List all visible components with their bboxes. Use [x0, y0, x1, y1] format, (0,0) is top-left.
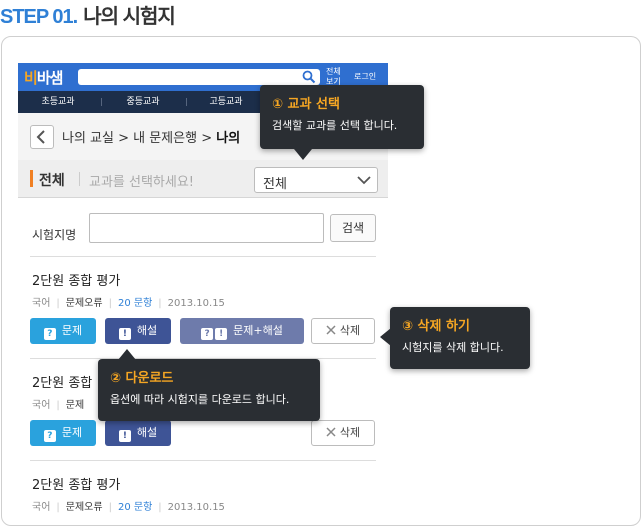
subject-filter: 전체 교과를 선택하세요! 전체	[18, 160, 388, 198]
chevron-left-icon	[36, 130, 45, 144]
answer-button[interactable]: ! 해설	[105, 318, 171, 344]
view-all-link[interactable]: 전체 보기	[326, 67, 341, 87]
filter-title: 전체	[39, 173, 65, 189]
chevron-down-icon	[357, 176, 371, 185]
delete-button[interactable]: 삭제	[311, 420, 375, 446]
close-icon	[326, 427, 336, 437]
answer-badge-icon: !	[118, 328, 131, 340]
tooltip-tail	[380, 328, 391, 346]
tooltip-title: ① 교과 선택	[272, 97, 340, 112]
question-badge-icon: ?	[201, 328, 214, 340]
tooltip-desc: 시험지를 삭제 합니다.	[402, 341, 504, 354]
tooltip-tail	[294, 149, 312, 160]
exam-meta: 국어 | 문제	[32, 400, 85, 411]
tooltip-title: ③ 삭제 하기	[402, 319, 470, 334]
nav-middle[interactable]: 중등교과	[103, 91, 183, 113]
tooltip-tail	[118, 349, 136, 360]
question-button[interactable]: ? 문제	[30, 318, 96, 344]
login-link[interactable]: 로그인	[354, 72, 376, 82]
exam-title[interactable]: 2단원 종합 평가	[32, 474, 120, 493]
answer-button[interactable]: ! 해설	[105, 420, 171, 446]
download-tooltip: ② 다운로드 옵션에 따라 시험지를 다운로드 합니다.	[98, 349, 320, 421]
subject-select[interactable]: 전체	[254, 167, 378, 193]
top-search-input[interactable]	[78, 69, 320, 85]
filter-hint: 교과를 선택하세요!	[89, 175, 195, 190]
subject-tooltip: ① 교과 선택 검색할 교과를 선택 합니다.	[260, 85, 424, 160]
delete-tooltip: ③ 삭제 하기 시험지를 삭제 합니다.	[380, 307, 530, 369]
answer-badge-icon: !	[118, 430, 131, 442]
exam-name-label: 시험지명	[32, 228, 77, 242]
nav-elementary[interactable]: 초등교과	[18, 91, 98, 113]
app-logo[interactable]: 비바샘	[24, 67, 63, 88]
step-label: 나의 시험지	[83, 6, 176, 28]
question-button[interactable]: ? 문제	[30, 420, 96, 446]
close-icon	[326, 325, 336, 335]
step-number: STEP 01.	[0, 6, 78, 28]
breadcrumb-path: 나의 교실 > 내 문제은행 > 나의	[62, 131, 241, 146]
search-icon[interactable]	[302, 70, 316, 84]
tooltip-desc: 옵션에 따라 시험지를 다운로드 합니다.	[110, 393, 290, 406]
subject-select-value: 전체	[263, 177, 287, 192]
illustration-card: 비바샘 전체 보기 로그인 초등교과 중등교과 고등교과 나의 교실 > 내 문…	[1, 36, 641, 526]
nav-divider	[101, 98, 102, 106]
question-answer-button[interactable]: ?! 문제+해설	[180, 318, 304, 344]
exam-meta: 국어 | 문제오류 | 20 문항 | 2013.10.15	[32, 502, 225, 513]
accent-bar	[30, 170, 33, 187]
search-button[interactable]: 검색	[330, 214, 376, 242]
answer-badge-icon: !	[215, 328, 228, 340]
tooltip-title: ② 다운로드	[110, 371, 174, 386]
breadcrumb-current: 나의	[216, 131, 241, 146]
nav-high[interactable]: 고등교과	[186, 91, 266, 113]
exam-name-input[interactable]	[89, 213, 324, 243]
back-button[interactable]	[30, 125, 54, 149]
exam-meta: 국어 | 문제오류 | 20 문항 | 2013.10.15	[32, 298, 225, 309]
exam-title[interactable]: 2단원 종합	[32, 372, 92, 391]
divider	[30, 460, 376, 461]
step-title: STEP 01. 나의 시험지	[0, 0, 176, 28]
exam-title[interactable]: 2단원 종합 평가	[32, 270, 120, 289]
divider	[30, 256, 376, 257]
question-badge-icon: ?	[43, 328, 56, 340]
tooltip-desc: 검색할 교과를 선택 합니다.	[272, 119, 398, 132]
delete-button[interactable]: 삭제	[311, 318, 375, 344]
question-badge-icon: ?	[43, 430, 56, 442]
filter-divider	[79, 172, 80, 186]
